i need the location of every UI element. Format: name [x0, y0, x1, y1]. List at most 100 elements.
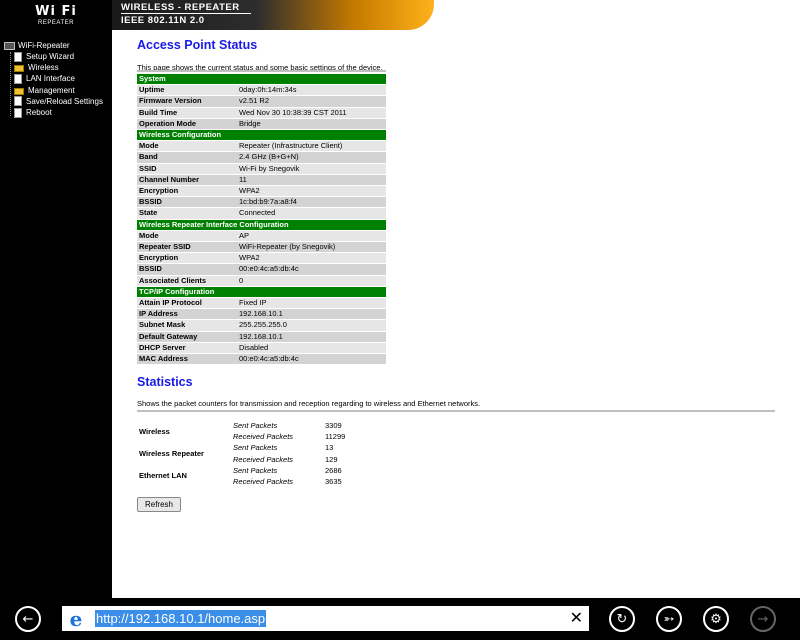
table-row: Subnet Mask 255.255.255.0 [137, 320, 386, 331]
table-row: BSSID 00:e0:4c:a5:db:4c [137, 264, 386, 275]
page-icon [14, 107, 22, 118]
row-label: Associated Clients [137, 275, 237, 286]
page-icon [14, 51, 22, 62]
url-text[interactable]: http://192.168.10.1/home.asp [95, 610, 267, 627]
table-row: Associated Clients 0 [137, 275, 386, 286]
sent-packets-label: Sent Packets [233, 443, 278, 453]
row-value: 192.168.10.1 [237, 309, 386, 320]
received-packets-value: 3635 [325, 477, 342, 487]
row-value: 1c:bd:b9:7a:a8:f4 [237, 197, 386, 208]
sidebar: WiFi-Repeater Setup Wizard Wireless LAN In… [0, 34, 112, 598]
received-packets-value: 11299 [325, 432, 346, 442]
table-row: MAC Address 00:e0:4c:a5:db:4c [137, 354, 386, 365]
page-title: Access Point Status [137, 38, 258, 52]
row-label: Firmware Version [137, 96, 237, 107]
table-row: Encryption WPA2 [137, 253, 386, 264]
section-title: TCP/IP Configuration [137, 286, 386, 298]
stats-row: Ethernet LAN Sent Packets 2686 [137, 465, 377, 481]
sidebar-item-setup-wizard[interactable]: Setup Wizard [14, 51, 74, 62]
sidebar-item-reboot[interactable]: Reboot [14, 107, 52, 118]
sidebar-item-save-reload-settings[interactable]: Save/Reload Settings [14, 96, 103, 107]
sidebar-item-lan-interface[interactable]: LAN Interface [14, 73, 75, 84]
refresh-icon[interactable]: ↻ [609, 606, 635, 632]
row-value: Fixed IP [237, 298, 386, 309]
forward-arrow-icon[interactable]: → [750, 606, 776, 632]
row-value: 00:e0:4c:a5:db:4c [237, 264, 386, 275]
table-row: Channel Number 11 [137, 174, 386, 186]
section-header: Wireless Configuration [137, 130, 386, 141]
sidebar-item-label: LAN Interface [26, 74, 75, 84]
sent-packets-label: Sent Packets [233, 421, 278, 430]
refresh-button[interactable]: Refresh [137, 497, 181, 512]
table-row: Uptime 0day:0h:14m:34s [137, 85, 386, 96]
sidebar-item-wireless[interactable]: Wireless [14, 62, 59, 73]
banner-subtitle: IEEE 802.11N 2.0 [121, 15, 205, 26]
row-label: SSID [137, 163, 237, 174]
section-header: System [137, 74, 386, 85]
table-row: SSID Wi-Fi by Snegovik [137, 163, 386, 174]
table-row: Encryption WPA2 [137, 186, 386, 197]
sent-packets-value: 2686 [325, 465, 342, 475]
row-value: 192.168.10.1 [237, 331, 386, 342]
logo: Wi Fi REPEATER [0, 0, 112, 34]
tools-icon[interactable]: ⚙ [703, 606, 729, 632]
row-label: Mode [137, 141, 237, 152]
back-arrow-icon[interactable]: ← [15, 606, 41, 632]
stats-category: Ethernet LAN [139, 471, 187, 481]
row-value: Wi-Fi by Snegovik [237, 163, 386, 174]
row-value: 0day:0h:14m:34s [237, 85, 386, 96]
row-label: BSSID [137, 197, 237, 208]
row-value: Repeater (Infrastructure Client) [237, 141, 386, 152]
table-row: DHCP Server Disabled [137, 342, 386, 354]
row-label: DHCP Server [137, 342, 237, 354]
section-title: System [137, 74, 386, 85]
statistics-title: Statistics [137, 375, 193, 389]
row-value: 2.4 GHz (B+G+N) [237, 152, 386, 163]
table-row: Repeater SSID WiFi-Repeater (by Snegovik) [137, 242, 386, 253]
banner-title: WIRELESS - REPEATER [121, 2, 240, 13]
row-label: Encryption [137, 186, 237, 197]
sent-packets-label: Sent Packets [233, 465, 278, 475]
received-packets-value: 129 [325, 454, 338, 464]
sidebar-item-label: Reboot [26, 108, 52, 117]
row-value: v2.51 R2 [237, 96, 386, 107]
divider [137, 70, 386, 72]
browser-bar: ← e http://192.168.10.1/home.asp ✕ ↻ ➳ ⚙… [0, 598, 800, 640]
sidebar-item-label: Setup Wizard [26, 52, 75, 61]
row-value: 255.255.255.0 [237, 320, 386, 331]
section-title: Wireless Repeater Interface Configuratio… [137, 219, 386, 230]
row-value: Disabled [237, 342, 386, 354]
stats-row: Wireless Sent Packets 3309 [137, 420, 377, 436]
table-row: Operation Mode Bridge [137, 118, 386, 130]
table-row: Default Gateway 192.168.10.1 [137, 331, 386, 342]
page-icon [14, 96, 22, 107]
row-label: Encryption [137, 253, 237, 264]
sent-packets-value: 3309 [325, 421, 342, 430]
section-title: Wireless Configuration [137, 130, 386, 141]
row-label: Subnet Mask [137, 320, 237, 331]
row-label: Build Time [137, 107, 237, 118]
sidebar-item-management[interactable]: Management [14, 85, 75, 96]
row-value: 00:e0:4c:a5:db:4c [237, 354, 386, 365]
row-label: Band [137, 152, 237, 163]
logo-sub-text: REPEATER [38, 20, 74, 26]
row-label: MAC Address [137, 354, 237, 365]
banner-divider [121, 13, 251, 14]
row-value: Connected [237, 208, 386, 219]
table-row: Band 2.4 GHz (B+G+N) [137, 152, 386, 163]
row-label: BSSID [137, 264, 237, 275]
clear-icon[interactable]: ✕ [570, 608, 583, 627]
row-label: Uptime [137, 85, 237, 96]
tree-connector [10, 52, 11, 116]
row-value: AP [237, 230, 386, 242]
row-value: 0 [237, 275, 386, 286]
statistics-description: Shows the packet counters for transmissi… [137, 399, 481, 408]
row-value: Bridge [237, 118, 386, 130]
status-table: System Uptime 0day:0h:14m:34s Firmware Vers… [137, 73, 386, 365]
row-label: Attain IP Protocol [137, 298, 237, 309]
table-row: Mode AP [137, 230, 386, 242]
row-label: State [137, 208, 237, 219]
table-row: Attain IP Protocol Fixed IP [137, 298, 386, 309]
pin-icon[interactable]: ➳ [656, 606, 682, 632]
address-bar[interactable]: e http://192.168.10.1/home.asp ✕ [62, 606, 589, 631]
